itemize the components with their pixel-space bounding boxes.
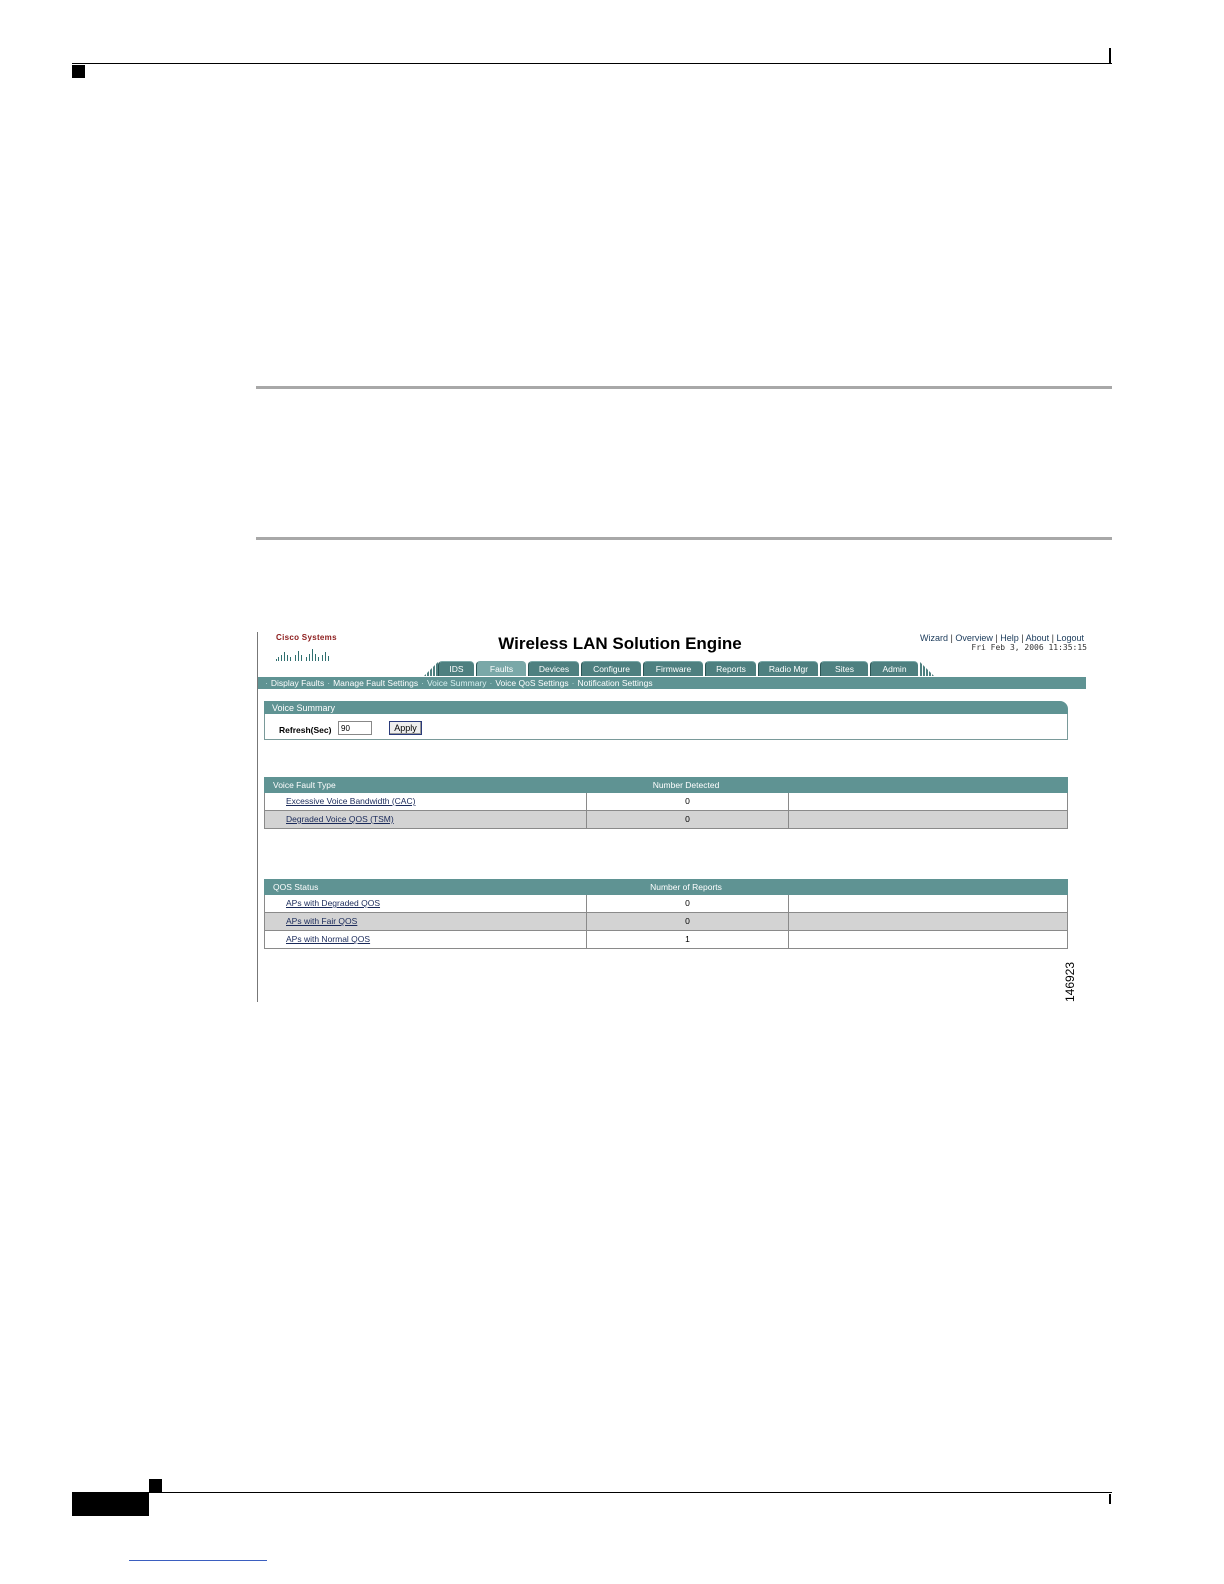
tab-configure[interactable]: Configure [581, 661, 641, 676]
voice-summary-header: Voice Summary [264, 701, 1068, 714]
subnav-voice-qos-settings[interactable]: Voice QoS Settings [495, 678, 568, 688]
table-row: APs with Normal QOS 1 [264, 931, 1068, 949]
table-row: Excessive Voice Bandwidth (CAC) 0 [264, 793, 1068, 811]
tab-admin[interactable]: Admin [870, 661, 918, 676]
number-detected-column-header: Number Detected [652, 780, 720, 790]
qos-fair-count: 0 [586, 913, 789, 930]
section-rule-bottom [256, 537, 1112, 540]
header-marker [72, 65, 85, 78]
footer-rule [72, 1492, 1112, 1493]
footer-link-underline[interactable] [129, 1560, 267, 1561]
fault-type-column-header: Voice Fault Type [273, 780, 336, 790]
qos-normal-count: 1 [586, 931, 789, 948]
tab-sites[interactable]: Sites [820, 661, 868, 676]
overview-link[interactable]: Overview [955, 633, 993, 643]
fault-table-header: Voice Fault Type Number Detected [264, 777, 1068, 793]
datetime: Fri Feb 3, 2006 11:35:15 [971, 643, 1087, 652]
help-link[interactable]: Help [1000, 633, 1019, 643]
fault-tsm-count: 0 [586, 811, 789, 828]
cisco-logo: Cisco Systems [276, 633, 337, 663]
qos-table-header: QOS Status Number of Reports [264, 879, 1068, 895]
subnav-voice-summary[interactable]: Voice Summary [427, 678, 487, 688]
tab-bar-right-cap [920, 662, 934, 676]
table-row: Degraded Voice QOS (TSM) 0 [264, 811, 1068, 829]
tab-faults[interactable]: Faults [476, 661, 526, 676]
logout-link[interactable]: Logout [1056, 633, 1084, 643]
figure-id: 146923 [1056, 960, 1084, 1004]
table-row: APs with Degraded QOS 0 [264, 895, 1068, 913]
tab-ids[interactable]: IDS [438, 661, 474, 676]
section-rule-top [256, 386, 1112, 389]
refresh-label: Refresh(Sec) [279, 725, 332, 735]
subnav-notification-settings[interactable]: Notification Settings [577, 678, 652, 688]
fault-tsm-link[interactable]: Degraded Voice QOS (TSM) [286, 811, 394, 828]
table-row: APs with Fair QOS 0 [264, 913, 1068, 931]
apply-button[interactable]: Apply [389, 721, 422, 735]
subnav-display-faults[interactable]: Display Faults [271, 678, 324, 688]
footer-marker [149, 1479, 162, 1492]
tab-reports[interactable]: Reports [705, 661, 756, 676]
refresh-input[interactable] [338, 721, 372, 735]
fault-cac-count: 0 [586, 793, 789, 810]
qos-degraded-link[interactable]: APs with Degraded QOS [286, 895, 380, 912]
tab-radio-mgr[interactable]: Radio Mgr [758, 661, 818, 676]
logo-bars-icon [276, 645, 332, 661]
footer-page-block [72, 1492, 149, 1516]
tab-devices[interactable]: Devices [528, 661, 579, 676]
figure-id-text: 146923 [1063, 961, 1077, 1003]
tab-bar-left-cap [424, 662, 438, 676]
header-tick [1109, 48, 1111, 64]
voice-summary-body [264, 714, 1068, 740]
about-link[interactable]: About [1026, 633, 1050, 643]
qos-degraded-count: 0 [586, 895, 789, 912]
footer-tick [1109, 1494, 1111, 1504]
main-tab-bar: IDS Faults Devices Configure Firmware Re… [424, 661, 934, 676]
sub-nav: · Display Faults · Manage Fault Settings… [258, 677, 1086, 689]
subnav-manage-fault-settings[interactable]: Manage Fault Settings [333, 678, 418, 688]
number-of-reports-column-header: Number of Reports [650, 882, 722, 892]
top-links: Wizard | Overview | Help | About | Logou… [919, 633, 1084, 643]
app-title: Wireless LAN Solution Engine [498, 634, 742, 653]
qos-status-column-header: QOS Status [273, 882, 319, 892]
qos-fair-link[interactable]: APs with Fair QOS [286, 913, 357, 930]
logo-text: Cisco Systems [276, 633, 337, 642]
wizard-link[interactable]: Wizard [920, 633, 948, 643]
header-rule [72, 63, 1112, 64]
tab-firmware[interactable]: Firmware [643, 661, 703, 676]
qos-normal-link[interactable]: APs with Normal QOS [286, 931, 370, 948]
fault-cac-link[interactable]: Excessive Voice Bandwidth (CAC) [286, 793, 415, 810]
